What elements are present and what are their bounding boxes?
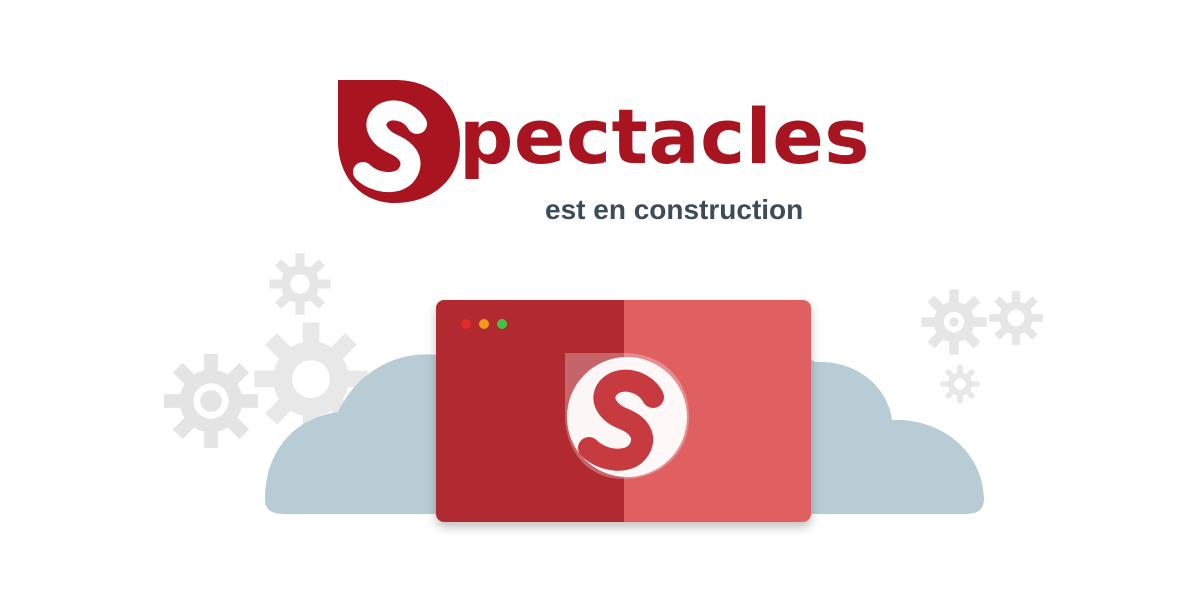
brand-logo: pectacles xyxy=(335,76,875,206)
browser-window xyxy=(436,300,811,522)
under-construction-page: pectacles est en construction xyxy=(0,0,1200,600)
brand-name: pectacles xyxy=(459,92,870,181)
construction-illustration xyxy=(0,240,1200,570)
window-close-dot xyxy=(461,319,471,329)
gear-icon xyxy=(989,291,1043,345)
window-minimize-dot xyxy=(479,319,489,329)
window-maximize-dot xyxy=(497,319,507,329)
tagline: est en construction xyxy=(545,194,804,225)
spectacles-logo-icon xyxy=(338,80,460,203)
spectacles-logo-icon xyxy=(565,353,689,479)
gear-icon xyxy=(163,353,259,449)
